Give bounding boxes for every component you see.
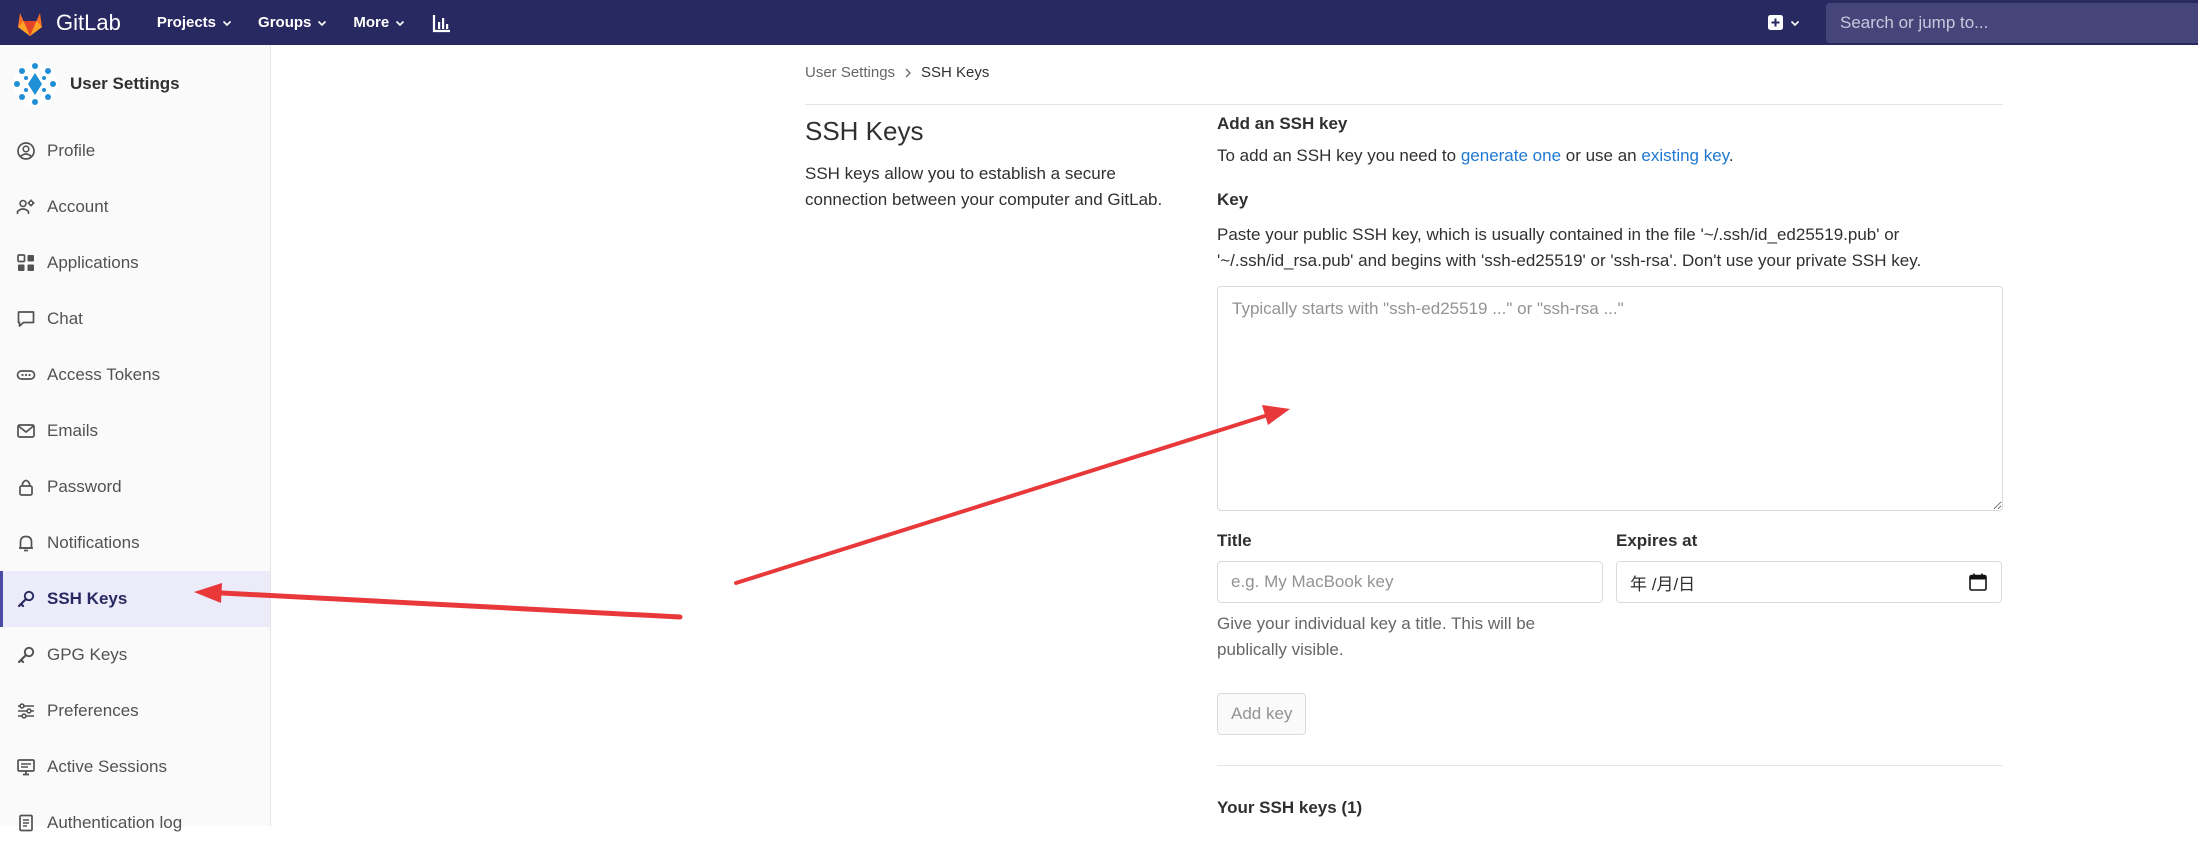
sidebar-item-label: Active Sessions bbox=[47, 757, 167, 776]
sidebar-item-label: Profile bbox=[47, 141, 96, 160]
sidebar-item-authentication-log[interactable]: Authentication log bbox=[0, 795, 270, 851]
title-label: Title bbox=[1217, 531, 1252, 550]
chat-icon bbox=[17, 311, 35, 327]
nav-item-label: Groups bbox=[258, 14, 312, 31]
section-description: SSH keys allow you to establish a secure… bbox=[805, 164, 1163, 209]
sidebar-item-preferences[interactable]: Preferences bbox=[0, 683, 270, 739]
top-navbar: GitLab Projects Groups More bbox=[0, 0, 2198, 45]
brand-name: GitLab bbox=[56, 9, 121, 35]
nav-right bbox=[1767, 0, 2198, 45]
sidebar-item-notifications[interactable]: Notifications bbox=[0, 515, 270, 571]
sidebar-item-label: Chat bbox=[47, 309, 83, 328]
sidebar-item-chat[interactable]: Chat bbox=[0, 291, 270, 347]
divider bbox=[1217, 765, 2003, 766]
expires-date-input[interactable]: 年 /月/日 bbox=[1616, 561, 2002, 603]
sidebar-item-label: Account bbox=[47, 197, 109, 216]
token-icon bbox=[16, 370, 36, 380]
expires-date-value[interactable]: 年 /月/日 bbox=[1630, 570, 1968, 595]
profile-icon bbox=[17, 142, 35, 160]
page-title: SSH Keys bbox=[805, 116, 924, 146]
sidebar-item-emails[interactable]: Emails bbox=[0, 403, 270, 459]
existing-key-link[interactable]: existing key bbox=[1641, 146, 1729, 165]
title-help-text: Give your individual key a title. This w… bbox=[1217, 614, 1536, 659]
applications-icon bbox=[17, 254, 34, 271]
title-input[interactable] bbox=[1231, 572, 1589, 592]
chevron-down-icon bbox=[1790, 20, 1800, 26]
sidebar-item-password[interactable]: Password bbox=[0, 459, 270, 515]
sidebar-item-applications[interactable]: Applications bbox=[0, 235, 270, 291]
new-menu-button[interactable] bbox=[1767, 14, 1800, 31]
sidebar-item-label: Applications bbox=[47, 253, 139, 272]
sidebar-item-label: Authentication log bbox=[47, 813, 183, 832]
nav-groups[interactable]: Groups bbox=[258, 14, 327, 31]
your-ssh-keys-heading: Your SSH keys (1) bbox=[1217, 798, 1363, 817]
bell-icon bbox=[19, 535, 33, 552]
key-hint: Paste your public SSH key, which is usua… bbox=[1217, 225, 1922, 270]
add-ssh-key-form: Add an SSH key To add an SSH key you nee… bbox=[1217, 114, 2003, 818]
arrow-to-key-textarea bbox=[734, 405, 1290, 585]
gitlab-logo-icon bbox=[18, 12, 42, 36]
sidebar-item-active-sessions[interactable]: Active Sessions bbox=[0, 739, 270, 795]
plus-square-icon bbox=[1768, 15, 1783, 30]
sidebar-menu: Profile Account Applications Chat Access Tok… bbox=[0, 123, 270, 851]
sidebar-item-ssh-keys[interactable]: SSH Keys bbox=[0, 571, 270, 627]
key-icon bbox=[17, 590, 35, 608]
lock-icon bbox=[19, 479, 33, 496]
chevron-down-icon bbox=[396, 20, 405, 26]
title-group: Title Give your individual key a title. … bbox=[1217, 531, 1603, 663]
sidebar-item-label: Preferences bbox=[47, 701, 139, 720]
search-box[interactable] bbox=[1826, 2, 2198, 43]
account-icon bbox=[16, 199, 35, 214]
sidebar-item-access-tokens[interactable]: Access Tokens bbox=[0, 347, 270, 403]
log-icon bbox=[19, 814, 33, 832]
section-info: SSH Keys SSH keys allow you to establish… bbox=[805, 116, 1185, 213]
settings-sidebar: User Settings Profile Account Applications… bbox=[0, 45, 271, 832]
sidebar-item-label: Emails bbox=[47, 421, 99, 440]
sidebar-item-label: Access Tokens bbox=[47, 365, 161, 384]
nav-projects[interactable]: Projects bbox=[157, 14, 232, 31]
form-heading: Add an SSH key bbox=[1217, 114, 1348, 133]
breadcrumb: User Settings SSH Keys bbox=[805, 64, 989, 81]
gitlab-home-link[interactable]: GitLab bbox=[14, 7, 121, 39]
key-textarea[interactable] bbox=[1217, 286, 2003, 511]
form-intro: To add an SSH key you need to generate o… bbox=[1217, 146, 2003, 166]
search-input[interactable] bbox=[1840, 12, 2198, 33]
title-expires-row: Title Give your individual key a title. … bbox=[1217, 531, 2003, 663]
expires-group: Expires at 年 /月/日 bbox=[1616, 531, 2002, 663]
chevron-down-icon bbox=[318, 20, 327, 26]
sidebar-item-profile[interactable]: Profile bbox=[0, 123, 270, 179]
breadcrumb-current[interactable]: SSH Keys bbox=[921, 64, 989, 81]
preferences-icon bbox=[18, 703, 34, 719]
sidebar-item-account[interactable]: Account bbox=[0, 179, 270, 235]
title-field[interactable] bbox=[1217, 561, 1603, 603]
divider bbox=[805, 104, 2003, 105]
sidebar-item-label: GPG Keys bbox=[47, 645, 128, 664]
activity-graph-icon[interactable] bbox=[431, 12, 453, 34]
add-key-button[interactable]: Add key bbox=[1217, 693, 1307, 735]
user-avatar bbox=[13, 62, 57, 106]
sidebar-context-header[interactable]: User Settings bbox=[0, 45, 270, 123]
sidebar-item-label: Password bbox=[47, 477, 122, 496]
monitor-icon bbox=[17, 759, 35, 776]
sidebar-item-gpg-keys[interactable]: GPG Keys bbox=[0, 627, 270, 683]
breadcrumb-parent-link[interactable]: User Settings bbox=[805, 64, 895, 81]
key-label: Key bbox=[1217, 190, 1249, 209]
nav-menu: Projects Groups More bbox=[157, 14, 405, 31]
sidebar-item-label: SSH Keys bbox=[47, 589, 128, 608]
nav-more[interactable]: More bbox=[353, 14, 405, 31]
calendar-icon[interactable] bbox=[1968, 572, 1988, 592]
chevron-right-icon bbox=[905, 68, 911, 77]
mail-icon bbox=[17, 424, 35, 438]
expires-label: Expires at bbox=[1616, 531, 1698, 550]
intro-suffix: . bbox=[1728, 146, 1734, 165]
intro-prefix: To add an SSH key you need to bbox=[1217, 146, 1461, 165]
intro-middle: or use an bbox=[1561, 146, 1642, 165]
sidebar-title: User Settings bbox=[70, 74, 180, 93]
chevron-down-icon bbox=[222, 20, 232, 26]
key-icon bbox=[17, 646, 35, 664]
nav-item-label: Projects bbox=[156, 14, 217, 31]
sidebar-item-label: Notifications bbox=[47, 533, 140, 552]
nav-item-label: More bbox=[353, 14, 390, 31]
generate-one-link[interactable]: generate one bbox=[1461, 146, 1561, 165]
